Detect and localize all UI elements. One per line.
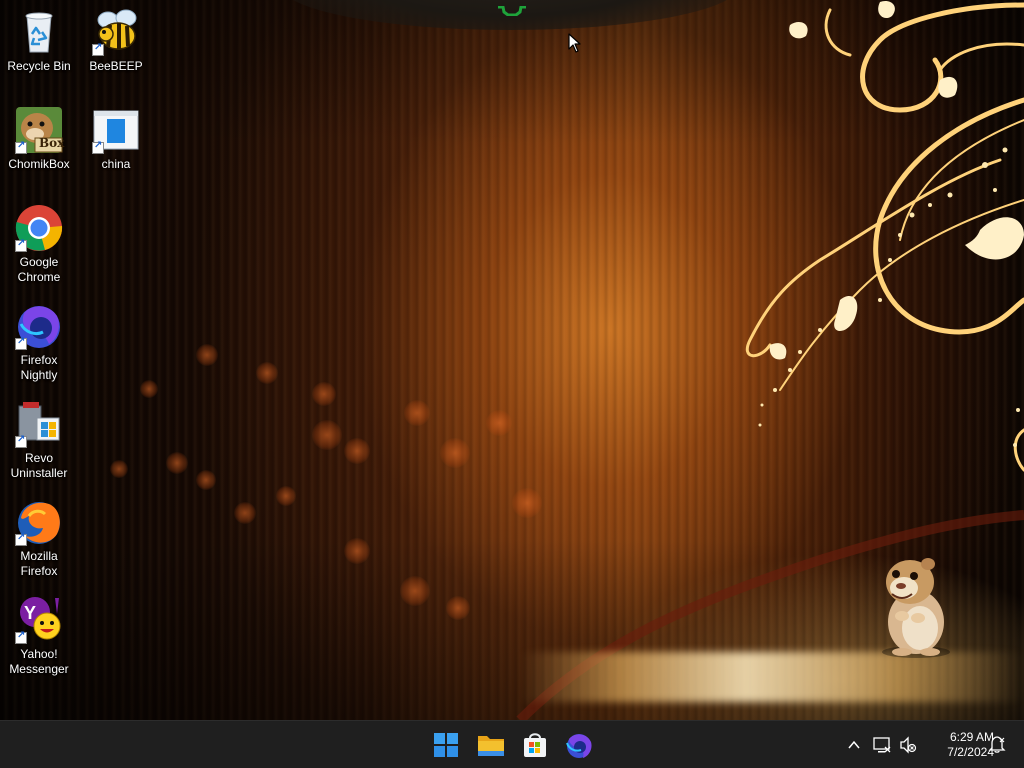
taskbar-microsoft-store[interactable] [519, 729, 551, 761]
microsoft-store-icon [524, 733, 546, 757]
hamster-figure [882, 558, 950, 658]
start-button[interactable] [430, 729, 462, 761]
file-explorer-icon [478, 736, 504, 756]
shortcut-arrow-icon [15, 238, 27, 252]
document-icon [92, 106, 140, 154]
clock-date: 7/2/2024 [947, 745, 994, 759]
shortcut-arrow-icon [15, 630, 27, 644]
desktop-icon-label: Google Chrome [17, 255, 61, 284]
hamster-box-icon: Box [15, 106, 65, 154]
yahoo-messenger-icon: Y [15, 596, 63, 644]
shortcut-arrow-icon [15, 140, 27, 154]
bee-icon [92, 8, 140, 56]
svg-text:Y: Y [24, 603, 36, 623]
desktop-icon-label: Mozilla Firefox [20, 549, 58, 578]
green-notch-icon [498, 6, 526, 16]
desktop-icon-revo-uninstaller[interactable]: Revo Uninstaller [1, 400, 77, 481]
shortcut-arrow-icon [15, 532, 27, 546]
chevron-up-icon [848, 740, 860, 749]
desktop-icon-label: ChomikBox [8, 157, 70, 171]
mouse-cursor-icon [568, 33, 581, 53]
desktop-icon-recycle-bin[interactable]: Recycle Bin [1, 8, 77, 74]
recycle-bin-icon [15, 8, 63, 56]
notification-center-button[interactable] [988, 735, 1006, 758]
clock[interactable]: 6:29 AM 7/2/2024 [922, 730, 994, 760]
shortcut-arrow-icon [92, 140, 104, 154]
firefox-icon [15, 498, 63, 546]
taskbar-file-explorer[interactable] [475, 729, 507, 761]
shortcut-arrow-icon [15, 336, 27, 350]
chrome-icon [15, 204, 63, 252]
taskbar-firefox[interactable] [563, 729, 595, 761]
desktop-icon-google-chrome[interactable]: Google Chrome [1, 204, 77, 285]
desktop-icon-label: Firefox Nightly [20, 353, 58, 382]
firefox-icon [566, 734, 592, 758]
desktop-icon-label: Recycle Bin [7, 59, 71, 73]
desktop-icon-mozilla-firefox[interactable]: Mozilla Firefox [1, 498, 77, 579]
shortcut-arrow-icon [15, 434, 27, 448]
network-icon [873, 737, 891, 753]
clock-time: 6:29 AM [949, 730, 994, 744]
desktop-icon-chomikbox[interactable]: Box ChomikBox [1, 106, 77, 172]
box-text: Box [39, 136, 65, 150]
desktop-icon-label: BeeBEEP [89, 59, 143, 73]
firefox-nightly-icon [15, 302, 63, 350]
network-status-button[interactable] [873, 736, 891, 759]
desktop-icon-label: Revo Uninstaller [10, 451, 68, 480]
desktop-icon-label: Yahoo! Messenger [9, 647, 69, 676]
start-icon [434, 733, 458, 757]
volume-muted-icon [900, 736, 917, 754]
revo-uninstaller-icon [15, 400, 63, 448]
shortcut-arrow-icon [92, 42, 104, 56]
desktop-icon-beebeep[interactable]: BeeBEEP [78, 8, 154, 74]
desktop-icon-label: china [101, 157, 131, 171]
volume-button[interactable] [899, 736, 917, 759]
taskbar: 6:29 AM 7/2/2024 [0, 720, 1024, 768]
desktop-icon-firefox-nightly[interactable]: Firefox Nightly [1, 302, 77, 383]
desktop-icon-yahoo-messenger[interactable]: Y Yahoo! Messenger [1, 596, 77, 677]
notification-icon [988, 736, 1006, 753]
desktop-icon-china[interactable]: china [78, 106, 154, 172]
show-hidden-icons-button[interactable] [846, 737, 862, 758]
